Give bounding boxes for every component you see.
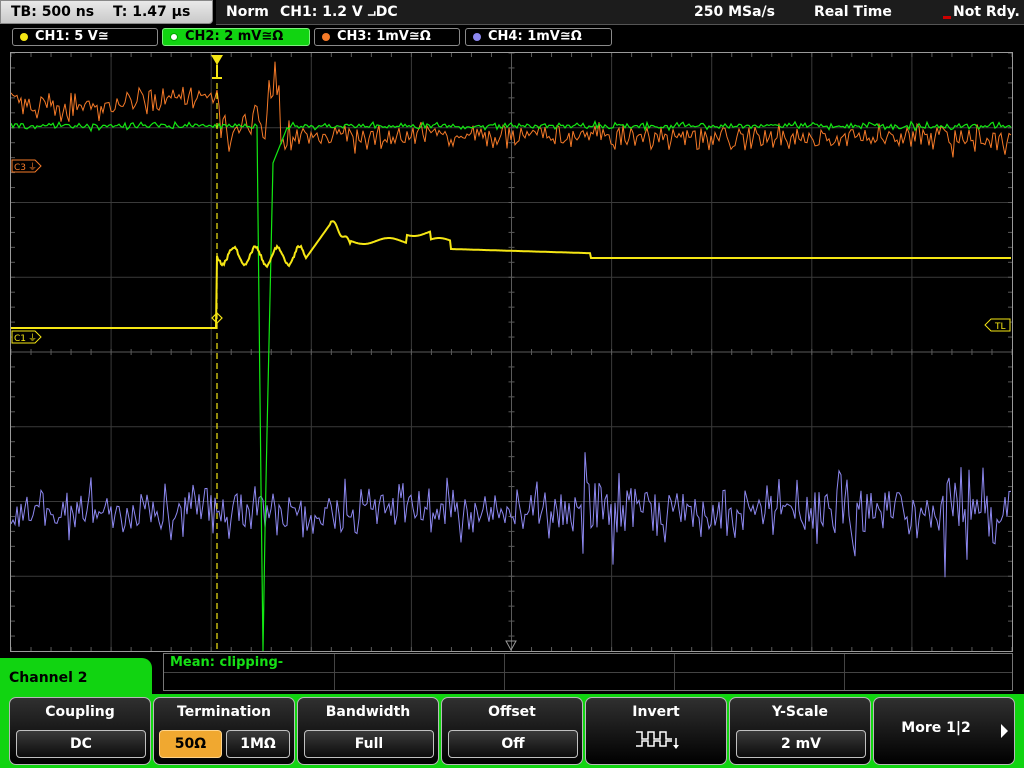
trigger-position-marker-icon[interactable]: [211, 55, 223, 79]
yscale-value-button[interactable]: 2 mV: [736, 730, 866, 758]
ch1-reference-marker[interactable]: C1 ⏚: [11, 330, 42, 344]
sample-rate: 250 MSa/s: [694, 4, 776, 20]
more-softkey[interactable]: More 1|2: [873, 697, 1015, 765]
softkey-panel: Coupling DC Termination 50Ω 1MΩ Bandwidt…: [0, 694, 1024, 768]
coupling-softkey[interactable]: Coupling DC: [9, 697, 151, 765]
offset-value-button[interactable]: Off: [448, 730, 578, 758]
termination-title: Termination: [177, 704, 271, 720]
termination-50ohm-button[interactable]: 50Ω: [159, 730, 222, 758]
measurement-bar[interactable]: Mean: clipping-: [163, 653, 1013, 691]
measurement-divider: [164, 672, 1012, 673]
trigger-time-value: T: 1.47 µs: [112, 4, 191, 20]
termination-softkey[interactable]: Termination 50Ω 1MΩ: [153, 697, 295, 765]
trigger-source[interactable]: CH1: 1.2 V ⨼DC: [280, 0, 398, 24]
graticule-grid: [11, 53, 1012, 651]
bandwidth-softkey[interactable]: Bandwidth Full: [297, 697, 439, 765]
ch4-color-icon: [473, 33, 481, 41]
ch2-color-icon: [170, 33, 178, 41]
termination-1mohm-button[interactable]: 1MΩ: [226, 730, 290, 758]
trigger-level-marker[interactable]: TL: [984, 318, 1011, 332]
tab-channel-2-label: CH2: 2 mV≅Ω: [185, 29, 284, 44]
svg-text:⏚: ⏚: [28, 333, 37, 344]
menu-title-channel-2[interactable]: Channel 2: [0, 658, 152, 698]
tab-channel-2[interactable]: CH2: 2 mV≅Ω: [162, 28, 310, 46]
trigger-mode[interactable]: Norm: [226, 0, 269, 24]
tab-channel-4[interactable]: CH4: 1mV≅Ω: [465, 28, 612, 46]
trigger-level-label: TL: [994, 322, 1006, 332]
coupling-title: Coupling: [45, 704, 115, 720]
tab-channel-4-label: CH4: 1mV≅Ω: [488, 29, 582, 44]
yscale-title: Y-Scale: [771, 704, 828, 720]
ch1-color-icon: [20, 33, 28, 41]
measurement-divider: [674, 654, 675, 690]
svg-text:⏚: ⏚: [28, 162, 37, 173]
waveform-canvas[interactable]: C3 ⏚ C1 ⏚ TL: [11, 53, 1012, 651]
ch3-reference-marker[interactable]: C3 ⏚: [11, 159, 42, 173]
tab-channel-1-label: CH1: 5 V≅: [35, 29, 109, 44]
timebase-value: TB: 500 ns: [11, 4, 95, 20]
timebase-box[interactable]: TB: 500 ns T: 1.47 µs: [0, 0, 213, 24]
next-page-arrow-icon: [1001, 724, 1008, 738]
measurement-text: Mean: clipping-: [170, 655, 284, 670]
tab-channel-1[interactable]: CH1: 5 V≅: [12, 28, 158, 46]
bandwidth-title: Bandwidth: [325, 704, 411, 720]
bandwidth-value-button[interactable]: Full: [304, 730, 434, 758]
invert-title: Invert: [632, 704, 680, 720]
yscale-softkey[interactable]: Y-Scale 2 mV: [729, 697, 871, 765]
measurement-divider: [844, 654, 845, 690]
waveform-display[interactable]: C3 ⏚ C1 ⏚ TL: [10, 52, 1013, 652]
offset-softkey[interactable]: Offset Off: [441, 697, 583, 765]
invert-waveform-icon: [636, 731, 679, 749]
acquisition-status-strip: Norm CH1: 1.2 V ⨼DC 250 MSa/s Real Time …: [216, 0, 1024, 25]
measurement-divider: [504, 654, 505, 690]
coupling-value-button[interactable]: DC: [16, 730, 146, 758]
ch1-reference-label: C1: [14, 334, 26, 344]
more-label: More 1|2: [901, 720, 971, 736]
channel-tabs: CH1: 5 V≅ CH2: 2 mV≅Ω CH3: 1mV≅Ω CH4: 1m…: [0, 26, 1024, 48]
tab-channel-3-label: CH3: 1mV≅Ω: [337, 29, 431, 44]
offset-title: Offset: [488, 704, 536, 720]
measurement-divider: [334, 654, 335, 690]
ch3-reference-label: C3: [14, 163, 26, 173]
invert-softkey[interactable]: Invert: [585, 697, 727, 765]
trigger-status: Not Rdy.: [953, 4, 1020, 20]
ch3-color-icon: [322, 33, 330, 41]
top-status-bar: TB: 500 ns T: 1.47 µs Norm CH1: 1.2 V ⨼D…: [0, 0, 1024, 26]
status-indicator-icon: [943, 16, 951, 19]
tab-channel-3[interactable]: CH3: 1mV≅Ω: [314, 28, 460, 46]
acquisition-mode[interactable]: Real Time: [814, 0, 892, 24]
